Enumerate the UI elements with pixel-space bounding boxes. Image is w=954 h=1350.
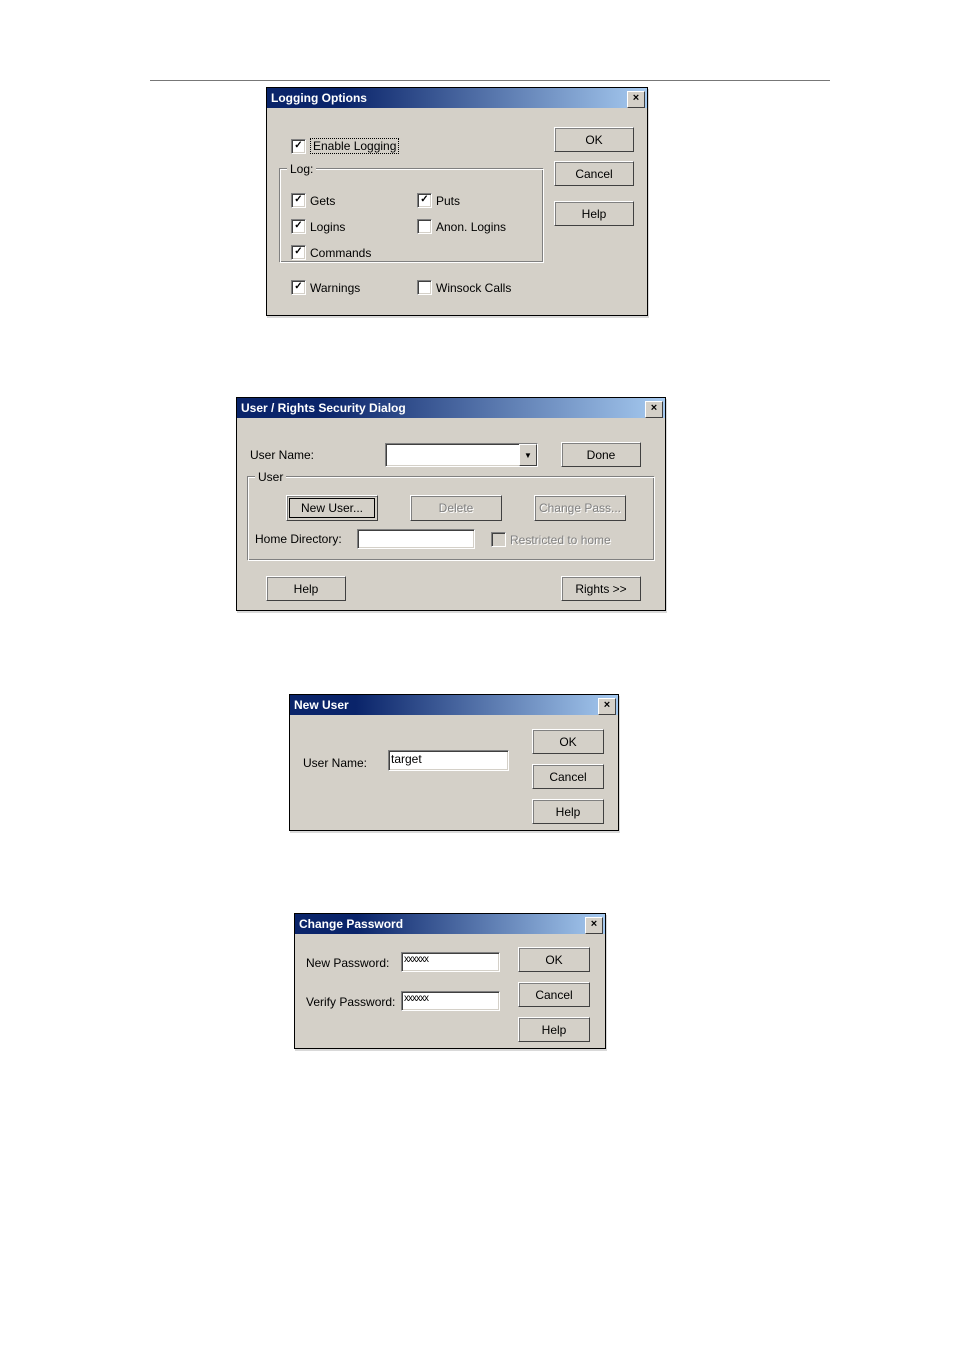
log-group-legend: Log: — [287, 162, 316, 176]
done-button[interactable]: Done — [561, 442, 641, 467]
titlebar: New User × — [290, 695, 618, 715]
titlebar: Change Password × — [295, 914, 605, 934]
ok-button[interactable]: OK — [554, 127, 634, 152]
commands-label: Commands — [310, 246, 371, 260]
logins-label: Logins — [310, 220, 345, 234]
restricted-label: Restricted to home — [510, 533, 611, 547]
gets-label: Gets — [310, 194, 335, 208]
puts-label: Puts — [436, 194, 460, 208]
puts-checkbox[interactable]: ✓Puts — [417, 193, 460, 208]
user-group-legend: User — [255, 470, 286, 484]
cancel-button[interactable]: Cancel — [518, 982, 590, 1007]
enable-logging-checkbox[interactable]: ✓ Enable Logging — [291, 138, 399, 154]
logins-checkbox[interactable]: ✓Logins — [291, 219, 345, 234]
verify-password-input[interactable]: xxxxxx — [401, 991, 500, 1011]
winsock-checkbox[interactable]: Winsock Calls — [417, 280, 511, 295]
help-button[interactable]: Help — [554, 201, 634, 226]
close-icon[interactable]: × — [585, 917, 603, 934]
username-input[interactable]: target — [388, 750, 509, 771]
change-pass-button: Change Pass... — [534, 495, 626, 521]
help-button[interactable]: Help — [266, 576, 346, 601]
new-password-input[interactable]: xxxxxx — [401, 952, 500, 972]
title-text: Logging Options — [271, 91, 367, 105]
page-divider — [150, 80, 830, 81]
user-rights-dialog: User / Rights Security Dialog × User Nam… — [236, 397, 666, 611]
rights-button[interactable]: Rights >> — [561, 576, 641, 601]
anon-logins-label: Anon. Logins — [436, 220, 506, 234]
username-label: User Name: — [303, 756, 367, 770]
titlebar: User / Rights Security Dialog × — [237, 398, 665, 418]
help-button[interactable]: Help — [518, 1017, 590, 1042]
change-password-dialog: Change Password × New Password: xxxxxx V… — [294, 913, 606, 1049]
warnings-label: Warnings — [310, 281, 360, 295]
close-icon[interactable]: × — [645, 401, 663, 418]
delete-button: Delete — [410, 495, 502, 521]
title-text: User / Rights Security Dialog — [241, 401, 406, 415]
gets-checkbox[interactable]: ✓Gets — [291, 193, 335, 208]
commands-checkbox[interactable]: ✓Commands — [291, 245, 371, 260]
title-text: Change Password — [299, 917, 403, 931]
anon-logins-checkbox[interactable]: Anon. Logins — [417, 219, 506, 234]
logging-options-dialog: Logging Options × ✓ Enable Logging Log: … — [266, 87, 648, 316]
verify-password-label: Verify Password: — [306, 995, 395, 1009]
username-label: User Name: — [250, 448, 314, 462]
titlebar: Logging Options × — [267, 88, 647, 108]
home-dir-input[interactable] — [357, 529, 475, 549]
title-text: New User — [294, 698, 349, 712]
ok-button[interactable]: OK — [532, 729, 604, 754]
new-user-dialog: New User × User Name: target OK Cancel H… — [289, 694, 619, 831]
new-password-label: New Password: — [306, 956, 389, 970]
close-icon[interactable]: × — [598, 698, 616, 715]
warnings-checkbox[interactable]: ✓Warnings — [291, 280, 360, 295]
new-user-button[interactable]: New User... — [286, 495, 378, 521]
restricted-checkbox: Restricted to home — [491, 532, 611, 547]
enable-logging-label: Enable Logging — [310, 138, 399, 154]
home-dir-label: Home Directory: — [255, 532, 342, 546]
username-dropdown[interactable]: ▼ — [385, 443, 538, 467]
winsock-label: Winsock Calls — [436, 281, 511, 295]
cancel-button[interactable]: Cancel — [554, 161, 634, 186]
help-button[interactable]: Help — [532, 799, 604, 824]
cancel-button[interactable]: Cancel — [532, 764, 604, 789]
chevron-down-icon[interactable]: ▼ — [519, 444, 537, 466]
close-icon[interactable]: × — [627, 91, 645, 108]
ok-button[interactable]: OK — [518, 947, 590, 972]
